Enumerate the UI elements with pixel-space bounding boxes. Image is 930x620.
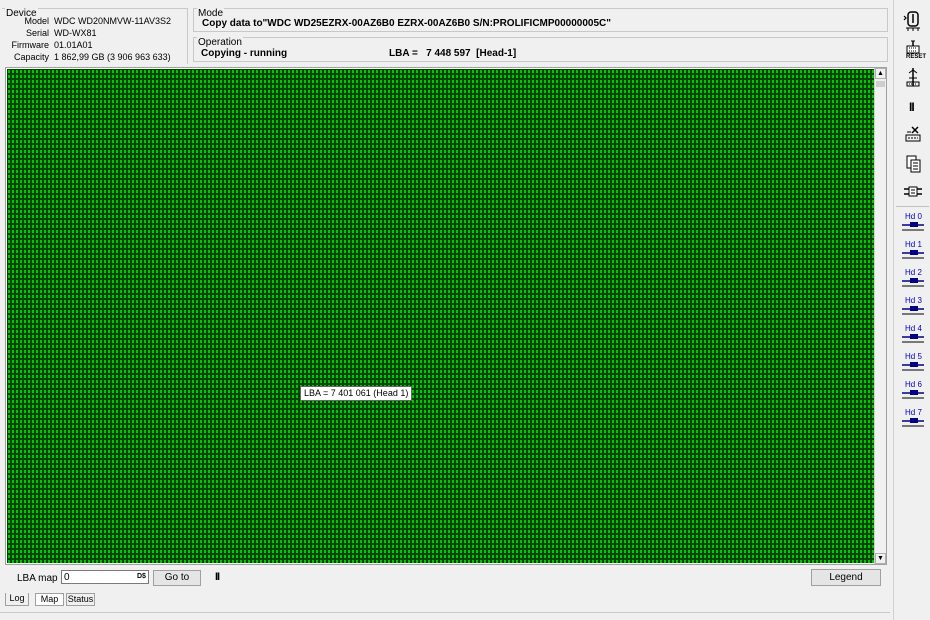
tab-log[interactable]: Log: [5, 593, 29, 606]
head-2-icon: [902, 278, 924, 287]
goto-button[interactable]: Go to: [153, 570, 201, 586]
legend-button[interactable]: Legend: [811, 569, 881, 586]
operation-title: Operation: [197, 37, 243, 48]
device-firmware-key: Firmware: [11, 40, 50, 50]
head-7-icon: [902, 418, 924, 427]
reset-label: RESET: [906, 54, 927, 60]
pause-icon[interactable]: II: [898, 96, 928, 120]
device-serial-key: Serial: [25, 28, 49, 38]
device-serial-value: WD-WX81: [54, 28, 97, 38]
head-7-button[interactable]: Hd 7: [898, 406, 928, 432]
head-5-icon: [902, 362, 924, 371]
head-2-button[interactable]: Hd 2: [898, 266, 928, 292]
scroll-thumb[interactable]: [876, 81, 885, 87]
lba-input-suffix: D$: [137, 573, 146, 580]
sensor-icon[interactable]: [898, 66, 928, 90]
mode-panel: Mode Copy data to"WDC WD25EZRX-00AZ6B0 E…: [193, 8, 888, 32]
operation-panel: Operation Copying - running LBA = 7 448 …: [193, 37, 888, 62]
lba-block-grid[interactable]: [7, 69, 875, 563]
tab-map[interactable]: Map: [35, 593, 64, 606]
device-firmware-value: 01.01A01: [54, 40, 93, 50]
device-model-key: Model: [24, 16, 49, 26]
lba-map-label: LBA map: [17, 573, 58, 584]
head-4-button[interactable]: Hd 4: [898, 322, 928, 348]
toolbar-divider: [896, 206, 929, 207]
device-capacity-key: Capacity: [13, 52, 49, 62]
lba-input[interactable]: [61, 570, 149, 584]
head-4-icon: [902, 334, 924, 343]
pause-glyph: II: [909, 100, 915, 114]
head-5-button[interactable]: Hd 5: [898, 350, 928, 376]
head-0-button[interactable]: Hd 0: [898, 210, 928, 236]
status-bar: [0, 612, 890, 620]
copy-icon[interactable]: [898, 152, 928, 176]
operation-lba: LBA = 7 448 597 [Head-1]: [389, 48, 517, 59]
stop-icon[interactable]: [898, 124, 928, 148]
mode-description: Copy data to"WDC WD25EZRX-00AZ6B0 EZRX-0…: [202, 18, 612, 29]
map-scrollbar[interactable]: ▲ ▼: [874, 68, 886, 564]
device-model-value: WDC WD20NMVW-11AV3S2: [54, 16, 172, 26]
tab-status[interactable]: Status: [66, 593, 95, 606]
scroll-up-button[interactable]: ▲: [875, 68, 886, 79]
right-toolbar: RESET II Hd 0 Hd 1 Hd 2 Hd 3 Hd 4 Hd 5 H…: [893, 0, 930, 620]
reset-icon[interactable]: RESET: [898, 38, 928, 62]
head-1-button[interactable]: Hd 1: [898, 238, 928, 264]
head-1-icon: [902, 250, 924, 259]
head-3-icon: [902, 306, 924, 315]
device-capacity-value: 1 862,99 GB (3 906 963 633): [54, 52, 171, 62]
head-6-button[interactable]: Hd 6: [898, 378, 928, 404]
device-panel: Device Model WDC WD20NMVW-11AV3S2 Serial…: [2, 8, 188, 64]
operation-status: Copying - running: [201, 48, 288, 59]
map-pause-icon[interactable]: II: [215, 571, 220, 583]
head-0-icon: [902, 222, 924, 231]
lba-map-panel[interactable]: ▲ ▼: [5, 67, 887, 565]
scroll-down-button[interactable]: ▼: [875, 553, 886, 564]
head-3-button[interactable]: Hd 3: [898, 294, 928, 320]
head-6-icon: [902, 390, 924, 399]
transfer-icon[interactable]: [898, 180, 928, 204]
lba-blocks[interactable]: [7, 69, 875, 563]
lba-tooltip: LBA = 7 401 061 (Head 1): [300, 386, 413, 401]
power-icon[interactable]: [898, 10, 928, 34]
